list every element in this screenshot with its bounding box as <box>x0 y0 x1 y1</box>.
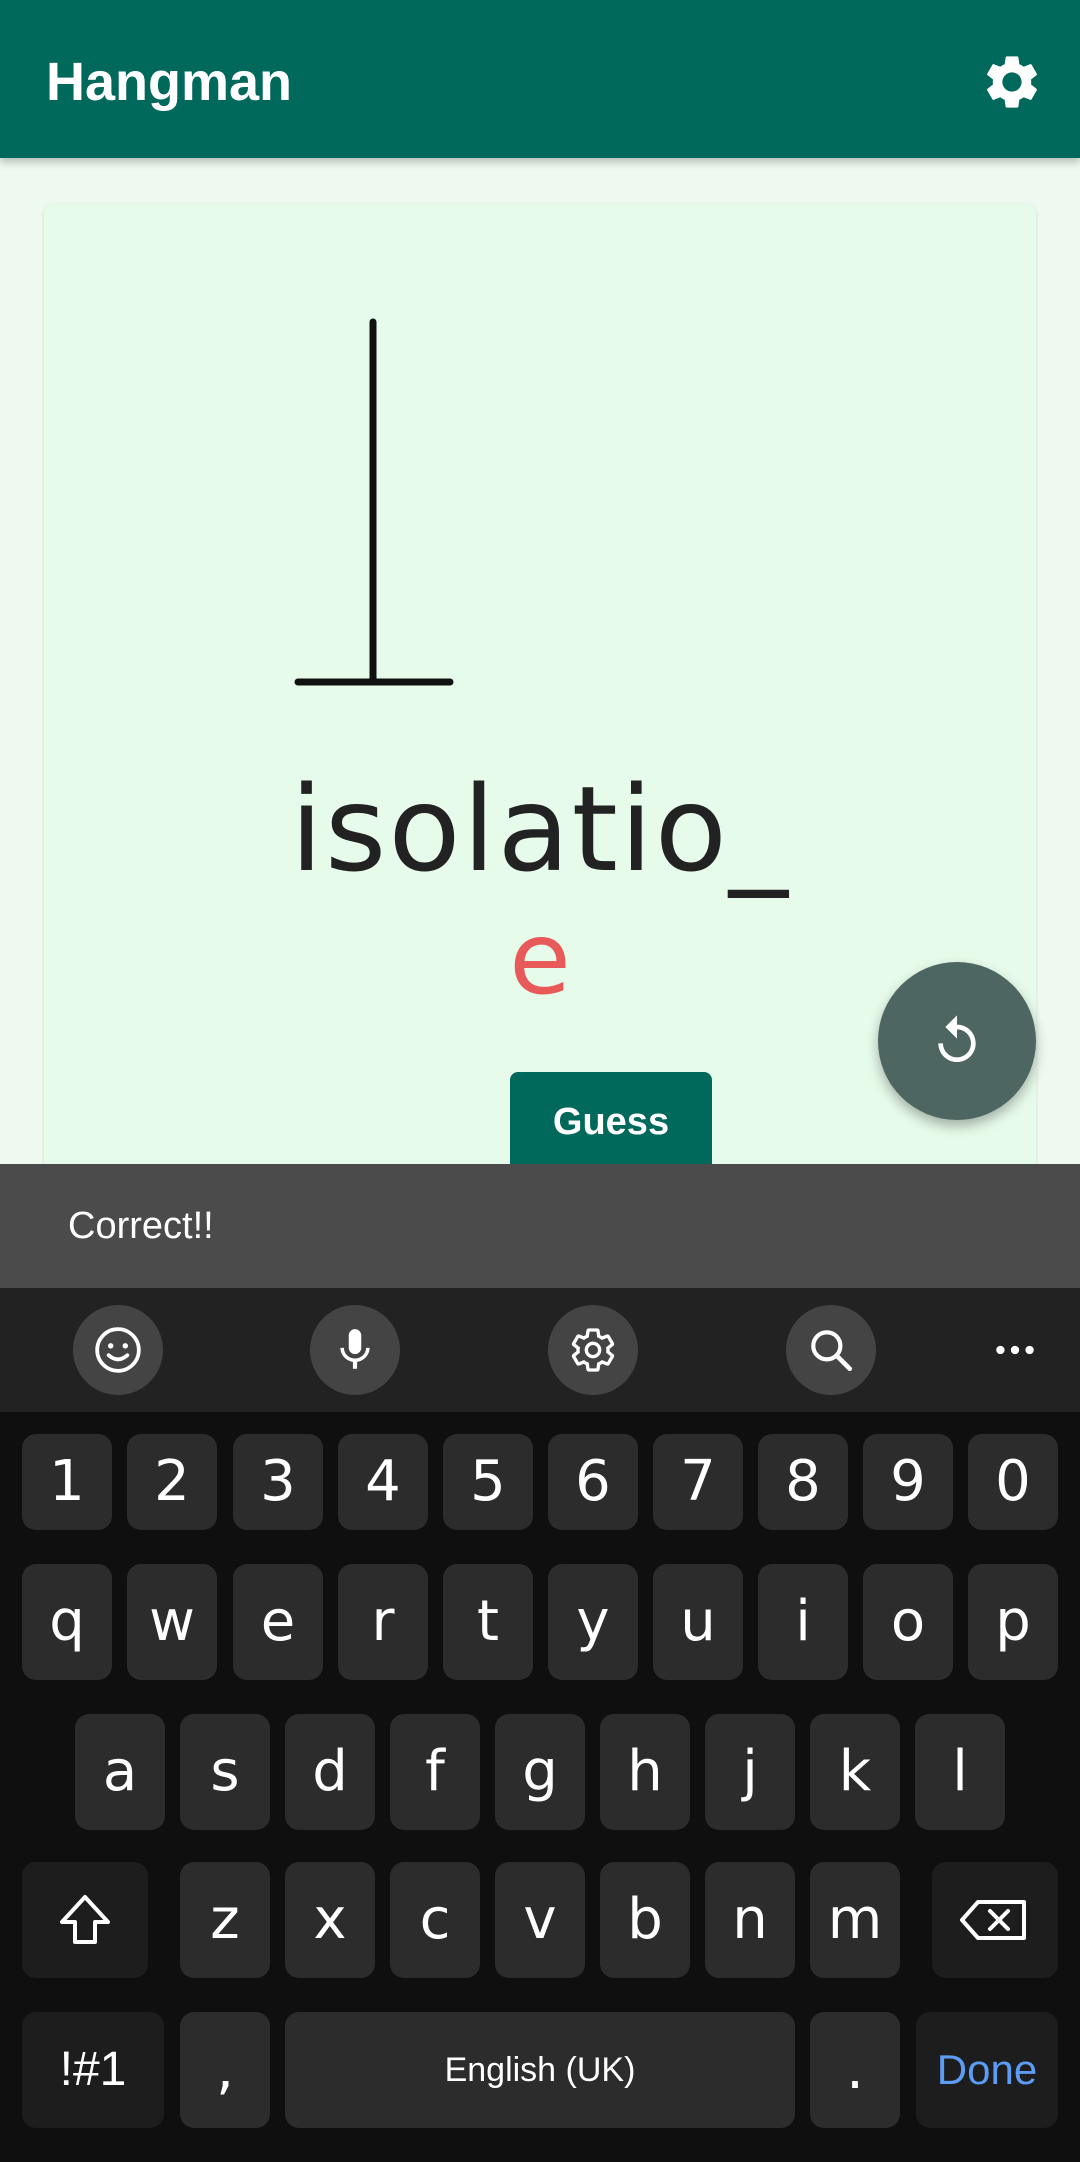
shift-icon <box>60 1895 110 1944</box>
snackbar: Correct!! <box>0 1164 1080 1288</box>
search-icon <box>811 1330 853 1372</box>
period-key[interactable]: . <box>810 2012 900 2128</box>
key-h[interactable]: h <box>600 1714 690 1830</box>
key-p[interactable]: p <box>968 1564 1058 1680</box>
key-s[interactable]: s <box>180 1714 270 1830</box>
keyboard-settings-button[interactable] <box>548 1305 638 1395</box>
game-card: isolatio_ e Guess <box>44 204 1036 1304</box>
keyboard: 1 2 3 4 5 6 7 8 9 0 q w e r t y u i o p … <box>0 1412 1080 2162</box>
space-key[interactable]: English (UK) <box>285 2012 795 2128</box>
more-icon <box>996 1345 1034 1355</box>
key-o[interactable]: o <box>863 1564 953 1680</box>
keyboard-search-button[interactable] <box>786 1305 876 1395</box>
key-l[interactable]: l <box>915 1714 1005 1830</box>
key-q[interactable]: q <box>22 1564 112 1680</box>
mic-icon <box>340 1329 370 1369</box>
backspace-key[interactable] <box>932 1862 1058 1978</box>
settings-button[interactable] <box>980 50 1044 114</box>
key-d[interactable]: d <box>285 1714 375 1830</box>
guessed-letter: e <box>509 900 571 1017</box>
more-options-button[interactable] <box>970 1305 1060 1395</box>
symbols-key[interactable]: !#1 <box>22 2012 164 2128</box>
key-a[interactable]: a <box>75 1714 165 1830</box>
key-4[interactable]: 4 <box>338 1434 428 1530</box>
done-key[interactable]: Done <box>916 2012 1058 2128</box>
key-6[interactable]: 6 <box>548 1434 638 1530</box>
shift-key[interactable] <box>22 1862 148 1978</box>
key-9[interactable]: 9 <box>863 1434 953 1530</box>
app-title: Hangman <box>46 52 293 112</box>
key-g[interactable]: g <box>495 1714 585 1830</box>
key-k[interactable]: k <box>810 1714 900 1830</box>
key-j[interactable]: j <box>705 1714 795 1830</box>
key-z[interactable]: z <box>180 1862 270 1978</box>
key-y[interactable]: y <box>548 1564 638 1680</box>
key-m[interactable]: m <box>810 1862 900 1978</box>
restart-icon <box>938 1015 976 1062</box>
masked-word: isolatio_ <box>290 760 790 898</box>
key-c[interactable]: c <box>390 1862 480 1978</box>
hangman-drawing <box>294 318 454 686</box>
key-7[interactable]: 7 <box>653 1434 743 1530</box>
key-u[interactable]: u <box>653 1564 743 1680</box>
snackbar-message: Correct!! <box>68 1205 214 1247</box>
key-r[interactable]: r <box>338 1564 428 1680</box>
key-b[interactable]: b <box>600 1862 690 1978</box>
emoji-button[interactable] <box>73 1305 163 1395</box>
gear-icon <box>987 56 1037 108</box>
voice-input-button[interactable] <box>310 1305 400 1395</box>
comma-key[interactable]: , <box>180 2012 270 2128</box>
key-0[interactable]: 0 <box>968 1434 1058 1530</box>
key-w[interactable]: w <box>127 1564 217 1680</box>
key-8[interactable]: 8 <box>758 1434 848 1530</box>
key-2[interactable]: 2 <box>127 1434 217 1530</box>
app-bar: Hangman <box>0 0 1080 158</box>
restart-button[interactable] <box>878 962 1036 1120</box>
key-3[interactable]: 3 <box>233 1434 323 1530</box>
key-i[interactable]: i <box>758 1564 848 1680</box>
key-5[interactable]: 5 <box>443 1434 533 1530</box>
keyboard-toolbar <box>0 1288 1080 1412</box>
emoji-icon <box>95 1327 141 1373</box>
key-x[interactable]: x <box>285 1862 375 1978</box>
key-e[interactable]: e <box>233 1564 323 1680</box>
key-t[interactable]: t <box>443 1564 533 1680</box>
key-1[interactable]: 1 <box>22 1434 112 1530</box>
key-v[interactable]: v <box>495 1862 585 1978</box>
key-n[interactable]: n <box>705 1862 795 1978</box>
settings-icon <box>571 1328 615 1372</box>
key-f[interactable]: f <box>390 1714 480 1830</box>
backspace-icon <box>960 1900 1026 1940</box>
